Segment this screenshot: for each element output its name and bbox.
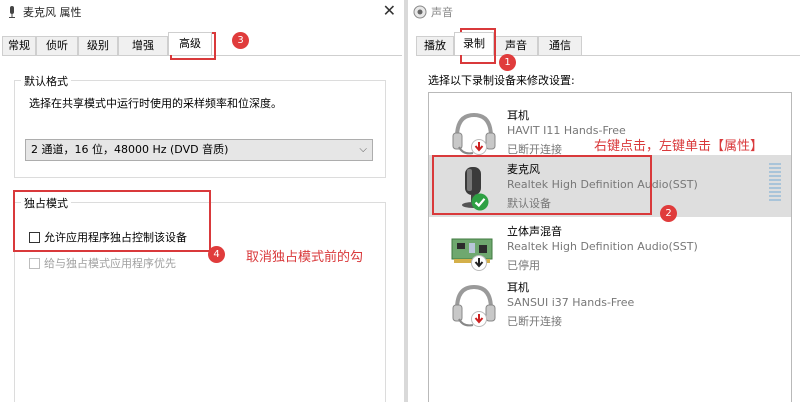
- checkbox-box: [29, 257, 40, 269]
- device-description: SANSUI i37 Hands-Free: [507, 296, 635, 309]
- tab-strip: 播放 录制 声音 通信: [408, 32, 800, 55]
- right-click-annotation: 右键点击，左键单击【属性】: [594, 139, 764, 154]
- tab-general[interactable]: 常规: [2, 36, 36, 55]
- window-title: 麦克风 属性: [23, 6, 82, 19]
- sample-rate-select[interactable]: 2 通道，16 位，48000 Hz (DVD 音质) ⌵: [25, 139, 373, 161]
- title-bar: 麦克风 属性 ✕: [0, 0, 404, 24]
- microphone-device-highlight: [432, 155, 652, 215]
- exclusive-mode-highlight: [13, 190, 211, 252]
- tab-enhancements[interactable]: 增强: [118, 36, 168, 55]
- device-status: 已断开连接: [507, 315, 562, 328]
- black-down-arrow-icon: [471, 255, 487, 271]
- red-down-arrow-icon: [471, 311, 487, 327]
- default-format-description: 选择在共享模式中运行时使用的采样频率和位深度。: [29, 97, 282, 110]
- microphone-properties-window: 麦克风 属性 ✕ 常规 侦听 级别 增强 高级 默认格式 选择在共享模式中运行时…: [0, 0, 404, 402]
- tab-sounds[interactable]: 声音: [494, 36, 538, 55]
- tab-levels[interactable]: 级别: [78, 36, 118, 55]
- callout-2: 2: [660, 205, 677, 222]
- device-status: 已停用: [507, 259, 540, 272]
- callout-3: 3: [232, 32, 249, 49]
- device-name: 立体声混音: [507, 225, 562, 238]
- device-name: 耳机: [507, 109, 529, 122]
- uncheck-annotation: 取消独占模式前的勾: [246, 250, 364, 265]
- tab-playback[interactable]: 播放: [416, 36, 454, 55]
- close-icon[interactable]: ✕: [383, 2, 396, 20]
- microphone-icon: [9, 6, 15, 18]
- level-meter: [769, 163, 781, 205]
- callout-1: 1: [499, 54, 516, 71]
- tab-communications[interactable]: 通信: [538, 36, 582, 55]
- title-bar: 声音: [408, 0, 800, 24]
- callout-4: 4: [208, 246, 225, 263]
- instruction-text: 选择以下录制设备来修改设置:: [428, 74, 575, 87]
- tab-strip: 常规 侦听 级别 增强 高级: [0, 32, 404, 55]
- exclusive-priority-checkbox: 给与独占模式应用程序优先: [29, 255, 176, 271]
- list-item[interactable]: 耳机 SANSUI i37 Hands-Free 已断开连接: [429, 273, 791, 335]
- sound-window: 声音 播放 录制 声音 通信 选择以下录制设备来修改设置: 耳机 HAVIT I…: [408, 0, 800, 402]
- sample-rate-value: 2 通道，16 位，48000 Hz (DVD 音质): [31, 143, 229, 156]
- window-title: 声音: [431, 6, 453, 19]
- device-name: 耳机: [507, 281, 529, 294]
- tab-listen[interactable]: 侦听: [36, 36, 78, 55]
- red-down-arrow-icon: [471, 139, 487, 155]
- speaker-icon: [413, 5, 427, 19]
- list-item[interactable]: 立体声混音 Realtek High Definition Audio(SST)…: [429, 217, 791, 279]
- chevron-down-icon: ⌵: [359, 144, 367, 155]
- tab-recording[interactable]: 录制: [454, 32, 494, 55]
- default-format-group: 默认格式 选择在共享模式中运行时使用的采样频率和位深度。 2 通道，16 位，4…: [14, 73, 386, 178]
- device-description: Realtek High Definition Audio(SST): [507, 240, 698, 253]
- exclusive-priority-label: 给与独占模式应用程序优先: [44, 257, 176, 270]
- default-format-legend: 默认格式: [21, 73, 71, 89]
- tab-advanced[interactable]: 高级: [168, 32, 212, 55]
